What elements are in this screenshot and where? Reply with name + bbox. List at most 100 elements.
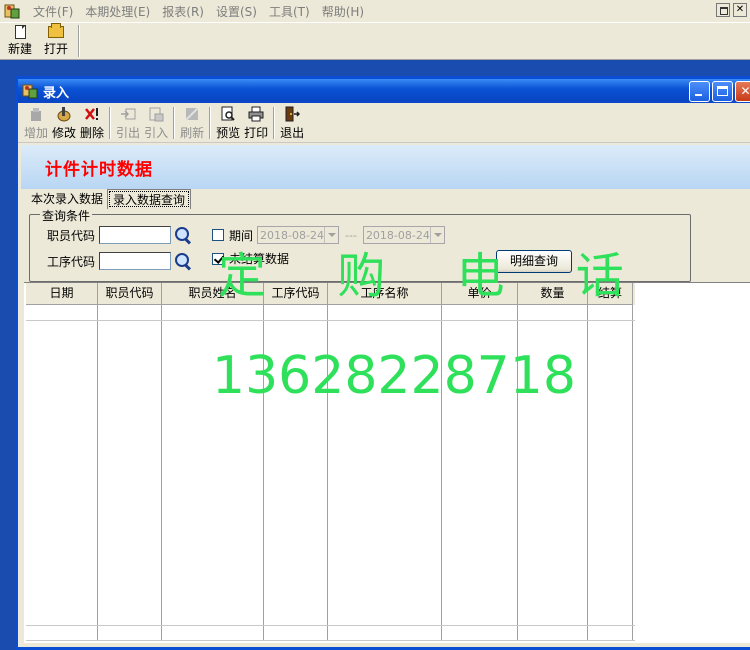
- date-to-picker[interactable]: 2018-08-24: [362, 226, 445, 244]
- restore-icon[interactable]: [716, 3, 730, 17]
- col-process-name[interactable]: 工序名称: [328, 283, 442, 305]
- toolbar-separator: [78, 25, 80, 57]
- toolbar-separator: [273, 106, 276, 139]
- add-button[interactable]: 增加: [22, 105, 50, 141]
- exit-door-icon: [284, 106, 301, 122]
- tab-strip: 本次录入数据 录入数据查询: [18, 189, 750, 209]
- new-document-icon: [14, 25, 26, 39]
- period-row: 期间 2018-08-24 --- 2018-08-24: [212, 226, 445, 244]
- cell: [98, 305, 162, 320]
- cell: [442, 305, 518, 320]
- cell: [162, 321, 264, 625]
- import-button[interactable]: 引入: [142, 105, 170, 141]
- toolbar-separator: [209, 106, 212, 139]
- close-window-button[interactable]: ✕: [735, 81, 750, 102]
- import-icon: [148, 106, 164, 122]
- date-from-value: 2018-08-24: [260, 228, 324, 242]
- tab-entry-query[interactable]: 录入数据查询: [107, 189, 192, 209]
- edit-icon: [56, 106, 72, 122]
- col-quantity[interactable]: 数量: [518, 283, 588, 305]
- cell: [518, 305, 588, 320]
- print-button[interactable]: 打印: [242, 105, 270, 141]
- cell: [518, 321, 588, 625]
- process-code-input[interactable]: [99, 252, 172, 270]
- date-from-picker[interactable]: 2018-08-24: [257, 226, 340, 244]
- grid-body: [26, 321, 635, 625]
- menu-period[interactable]: 本期处理(E): [79, 3, 156, 20]
- unsettled-checkbox[interactable]: [212, 252, 224, 265]
- table-row[interactable]: [26, 305, 635, 321]
- process-code-row: 工序代码: [47, 251, 193, 271]
- window-app-icon: [21, 83, 39, 99]
- minimize-button[interactable]: [689, 81, 710, 102]
- detail-query-button[interactable]: 明细查询: [496, 250, 572, 273]
- app-icon: [3, 2, 21, 20]
- cell: [26, 626, 98, 640]
- export-icon: [120, 106, 136, 122]
- menu-file[interactable]: 文件(F): [27, 3, 79, 20]
- refresh-label: 刷新: [180, 125, 205, 140]
- chevron-down-icon: [429, 227, 444, 243]
- unsettled-row: 未结算数据: [212, 250, 293, 267]
- menu-help[interactable]: 帮助(H): [316, 3, 370, 20]
- menu-settings[interactable]: 设置(S): [210, 3, 263, 20]
- entry-window-titlebar[interactable]: 录入 ✕: [18, 79, 750, 103]
- new-button[interactable]: 新建: [2, 23, 38, 59]
- import-label: 引入: [144, 125, 169, 140]
- data-grid: 日期 职员代码 职员姓名 工序代码 工序名称 单价 数量 结算: [24, 282, 750, 643]
- delete-icon: [84, 106, 100, 122]
- process-search-icon[interactable]: [173, 251, 193, 271]
- window-title: 录入: [43, 85, 70, 101]
- printer-icon: [248, 106, 264, 122]
- cell: [588, 321, 633, 625]
- col-unit-price[interactable]: 单价: [442, 283, 518, 305]
- cell: [264, 321, 328, 625]
- date-separator: ---: [345, 228, 357, 242]
- edit-label: 修改: [52, 125, 77, 140]
- refresh-icon: [184, 106, 200, 122]
- toolbar-separator: [173, 106, 176, 139]
- cell: [328, 321, 442, 625]
- exit-button[interactable]: 退出: [278, 105, 306, 141]
- col-employee-name[interactable]: 职员姓名: [162, 283, 264, 305]
- tab-current-entry[interactable]: 本次录入数据: [27, 188, 107, 209]
- employee-search-icon[interactable]: [173, 225, 193, 245]
- chevron-down-icon: [324, 227, 338, 243]
- cell: [162, 305, 264, 320]
- export-button[interactable]: 引出: [114, 105, 142, 141]
- add-icon: [28, 106, 44, 122]
- entry-toolbar: 增加 修改 删除 引出 引入 刷新 预览 打印 退出: [18, 103, 750, 143]
- col-date[interactable]: 日期: [26, 283, 98, 305]
- maximize-button[interactable]: [712, 81, 733, 102]
- col-settlement[interactable]: 结算: [588, 283, 633, 305]
- open-button-label: 打开: [43, 41, 68, 56]
- banner: 计件计时数据: [21, 145, 750, 189]
- banner-title: 计件计时数据: [45, 159, 153, 180]
- cell: [98, 321, 162, 625]
- toolbar-separator: [109, 106, 112, 139]
- grid-footer-row: [26, 625, 635, 641]
- open-button[interactable]: 打开: [38, 22, 74, 59]
- delete-button[interactable]: 删除: [78, 105, 106, 141]
- cell: [264, 305, 328, 320]
- menu-tools[interactable]: 工具(T): [263, 3, 316, 20]
- delete-label: 删除: [80, 125, 105, 140]
- date-to-value: 2018-08-24: [365, 228, 430, 242]
- preview-button[interactable]: 预览: [214, 105, 242, 141]
- cell: [328, 305, 442, 320]
- preview-icon: [220, 106, 236, 122]
- cell: [98, 626, 162, 640]
- employee-code-input[interactable]: [99, 226, 172, 244]
- grid-table: 日期 职员代码 职员姓名 工序代码 工序名称 单价 数量 结算: [26, 283, 635, 644]
- edit-button[interactable]: 修改: [50, 105, 78, 141]
- period-checkbox[interactable]: [212, 229, 224, 241]
- cell: [588, 626, 633, 640]
- add-label: 增加: [24, 125, 49, 140]
- cell: [442, 321, 518, 625]
- refresh-button[interactable]: 刷新: [178, 105, 206, 141]
- window-controls: ✕: [689, 81, 750, 102]
- col-employee-code[interactable]: 职员代码: [98, 283, 162, 305]
- close-icon[interactable]: ✕: [733, 3, 747, 17]
- col-process-code[interactable]: 工序代码: [264, 283, 328, 305]
- menu-report[interactable]: 报表(R): [156, 3, 210, 20]
